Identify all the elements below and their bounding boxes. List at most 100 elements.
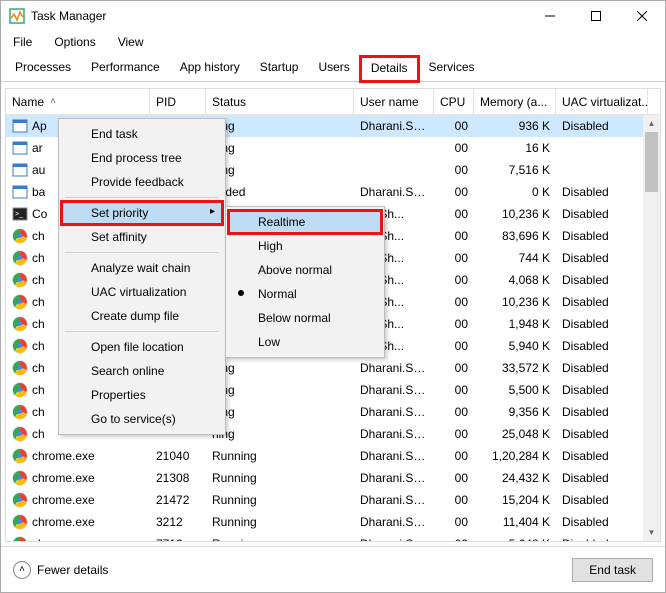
cell-name: chrome.exe (6, 536, 150, 542)
vertical-scrollbar[interactable]: ▲ ▼ (643, 115, 660, 541)
priority-label: Normal (258, 287, 297, 301)
process-name: ch (32, 427, 45, 441)
cell-user: Dharani.Sh... (354, 471, 434, 485)
menu-options[interactable]: Options (50, 33, 99, 51)
process-icon (12, 514, 28, 530)
tab-details[interactable]: Details (360, 56, 419, 82)
ctx-analyze-wait-chain[interactable]: Analyze wait chain (61, 256, 223, 280)
cell-cpu: 00 (434, 229, 474, 243)
end-task-button[interactable]: End task (572, 558, 653, 582)
ctx-provide-feedback[interactable]: Provide feedback (61, 170, 223, 194)
priority-normal[interactable]: Normal (228, 282, 382, 306)
cell-uac: Disabled (556, 383, 648, 397)
process-icon (12, 228, 28, 244)
svg-text:>_: >_ (15, 211, 23, 218)
fewer-details-label: Fewer details (37, 563, 108, 577)
tab-app-history[interactable]: App history (170, 56, 250, 82)
col-status-label: Status (212, 95, 246, 109)
ctx-end-process-tree[interactable]: End process tree (61, 146, 223, 170)
priority-low[interactable]: Low (228, 330, 382, 354)
cell-mem: 5,940 K (474, 339, 556, 353)
cell-mem: 9,356 K (474, 405, 556, 419)
cell-uac: Disabled (556, 339, 648, 353)
cell-uac: Disabled (556, 207, 648, 221)
col-status-header[interactable]: Status (206, 89, 354, 114)
ctx-set-priority[interactable]: Set priority (61, 201, 223, 225)
tab-users[interactable]: Users (308, 56, 359, 82)
cell-cpu: 00 (434, 339, 474, 353)
process-icon (12, 162, 28, 178)
ctx-set-affinity[interactable]: Set affinity (61, 225, 223, 249)
menu-view[interactable]: View (114, 33, 148, 51)
process-context-menu: End taskEnd process treeProvide feedback… (58, 118, 226, 435)
scroll-down-button[interactable]: ▼ (643, 524, 660, 541)
scroll-up-button[interactable]: ▲ (643, 115, 660, 132)
cell-uac: Disabled (556, 405, 648, 419)
cell-user: Dharani.Sh... (354, 493, 434, 507)
table-row[interactable]: chrome.exe7716RunningDharani.Sh...005,64… (6, 533, 660, 542)
table-row[interactable]: chrome.exe21308RunningDharani.Sh...0024,… (6, 467, 660, 489)
ctx-go-to-service-s-[interactable]: Go to service(s) (61, 407, 223, 431)
ctx-open-file-location[interactable]: Open file location (61, 335, 223, 359)
table-row[interactable]: chrome.exe3212RunningDharani.Sh...0011,4… (6, 511, 660, 533)
col-mem-label: Memory (a... (480, 95, 547, 109)
chevron-up-icon: ˄ (13, 561, 31, 579)
tab-performance[interactable]: Performance (81, 56, 170, 82)
col-name-header[interactable]: Name˄ (6, 89, 150, 114)
ctx-properties[interactable]: Properties (61, 383, 223, 407)
col-uac-header[interactable]: UAC virtualizat... (556, 89, 648, 114)
cell-mem: 11,404 K (474, 515, 556, 529)
cell-status: Running (206, 515, 354, 529)
scroll-thumb[interactable] (645, 132, 658, 192)
menubar: File Options View (1, 31, 665, 55)
cell-name: chrome.exe (6, 492, 150, 508)
priority-realtime[interactable]: Realtime (228, 210, 382, 234)
process-icon (12, 272, 28, 288)
table-row[interactable]: chrome.exe21472RunningDharani.Sh...0015,… (6, 489, 660, 511)
cell-cpu: 00 (434, 471, 474, 485)
process-name: ch (32, 339, 45, 353)
tab-startup[interactable]: Startup (250, 56, 309, 82)
sort-indicator-icon: ˄ (50, 96, 56, 107)
cell-status: ning (206, 141, 354, 155)
minimize-button[interactable] (527, 1, 573, 31)
radio-dot-icon (238, 290, 244, 296)
menu-separator (65, 252, 219, 253)
priority-below-normal[interactable]: Below normal (228, 306, 382, 330)
priority-above-normal[interactable]: Above normal (228, 258, 382, 282)
priority-label: Low (258, 335, 280, 349)
process-icon (12, 536, 28, 542)
ctx-create-dump-file[interactable]: Create dump file (61, 304, 223, 328)
cell-status: ning (206, 383, 354, 397)
table-row[interactable]: chrome.exe21040RunningDharani.Sh...001,2… (6, 445, 660, 467)
titlebar: Task Manager (1, 1, 665, 31)
menu-file[interactable]: File (9, 33, 36, 51)
cell-status: Running (206, 537, 354, 542)
process-name: ch (32, 251, 45, 265)
cell-mem: 1,948 K (474, 317, 556, 331)
cell-mem: 5,648 K (474, 537, 556, 542)
cell-cpu: 00 (434, 493, 474, 507)
tab-services[interactable]: Services (419, 56, 485, 82)
process-name: chrome.exe (32, 515, 95, 529)
fewer-details-toggle[interactable]: ˄ Fewer details (13, 561, 108, 579)
col-pid-header[interactable]: PID (150, 89, 206, 114)
maximize-button[interactable] (573, 1, 619, 31)
close-button[interactable] (619, 1, 665, 31)
ctx-end-task[interactable]: End task (61, 122, 223, 146)
process-name: ch (32, 295, 45, 309)
menu-separator (65, 331, 219, 332)
col-mem-header[interactable]: Memory (a... (474, 89, 556, 114)
cell-uac: Disabled (556, 471, 648, 485)
cell-uac: Disabled (556, 537, 648, 542)
cell-cpu: 00 (434, 295, 474, 309)
col-cpu-header[interactable]: CPU (434, 89, 474, 114)
ctx-uac-virtualization[interactable]: UAC virtualization (61, 280, 223, 304)
col-user-header[interactable]: User name (354, 89, 434, 114)
cell-mem: 24,432 K (474, 471, 556, 485)
priority-label: Above normal (258, 263, 332, 277)
ctx-search-online[interactable]: Search online (61, 359, 223, 383)
priority-high[interactable]: High (228, 234, 382, 258)
tab-processes[interactable]: Processes (5, 56, 81, 82)
process-icon (12, 294, 28, 310)
